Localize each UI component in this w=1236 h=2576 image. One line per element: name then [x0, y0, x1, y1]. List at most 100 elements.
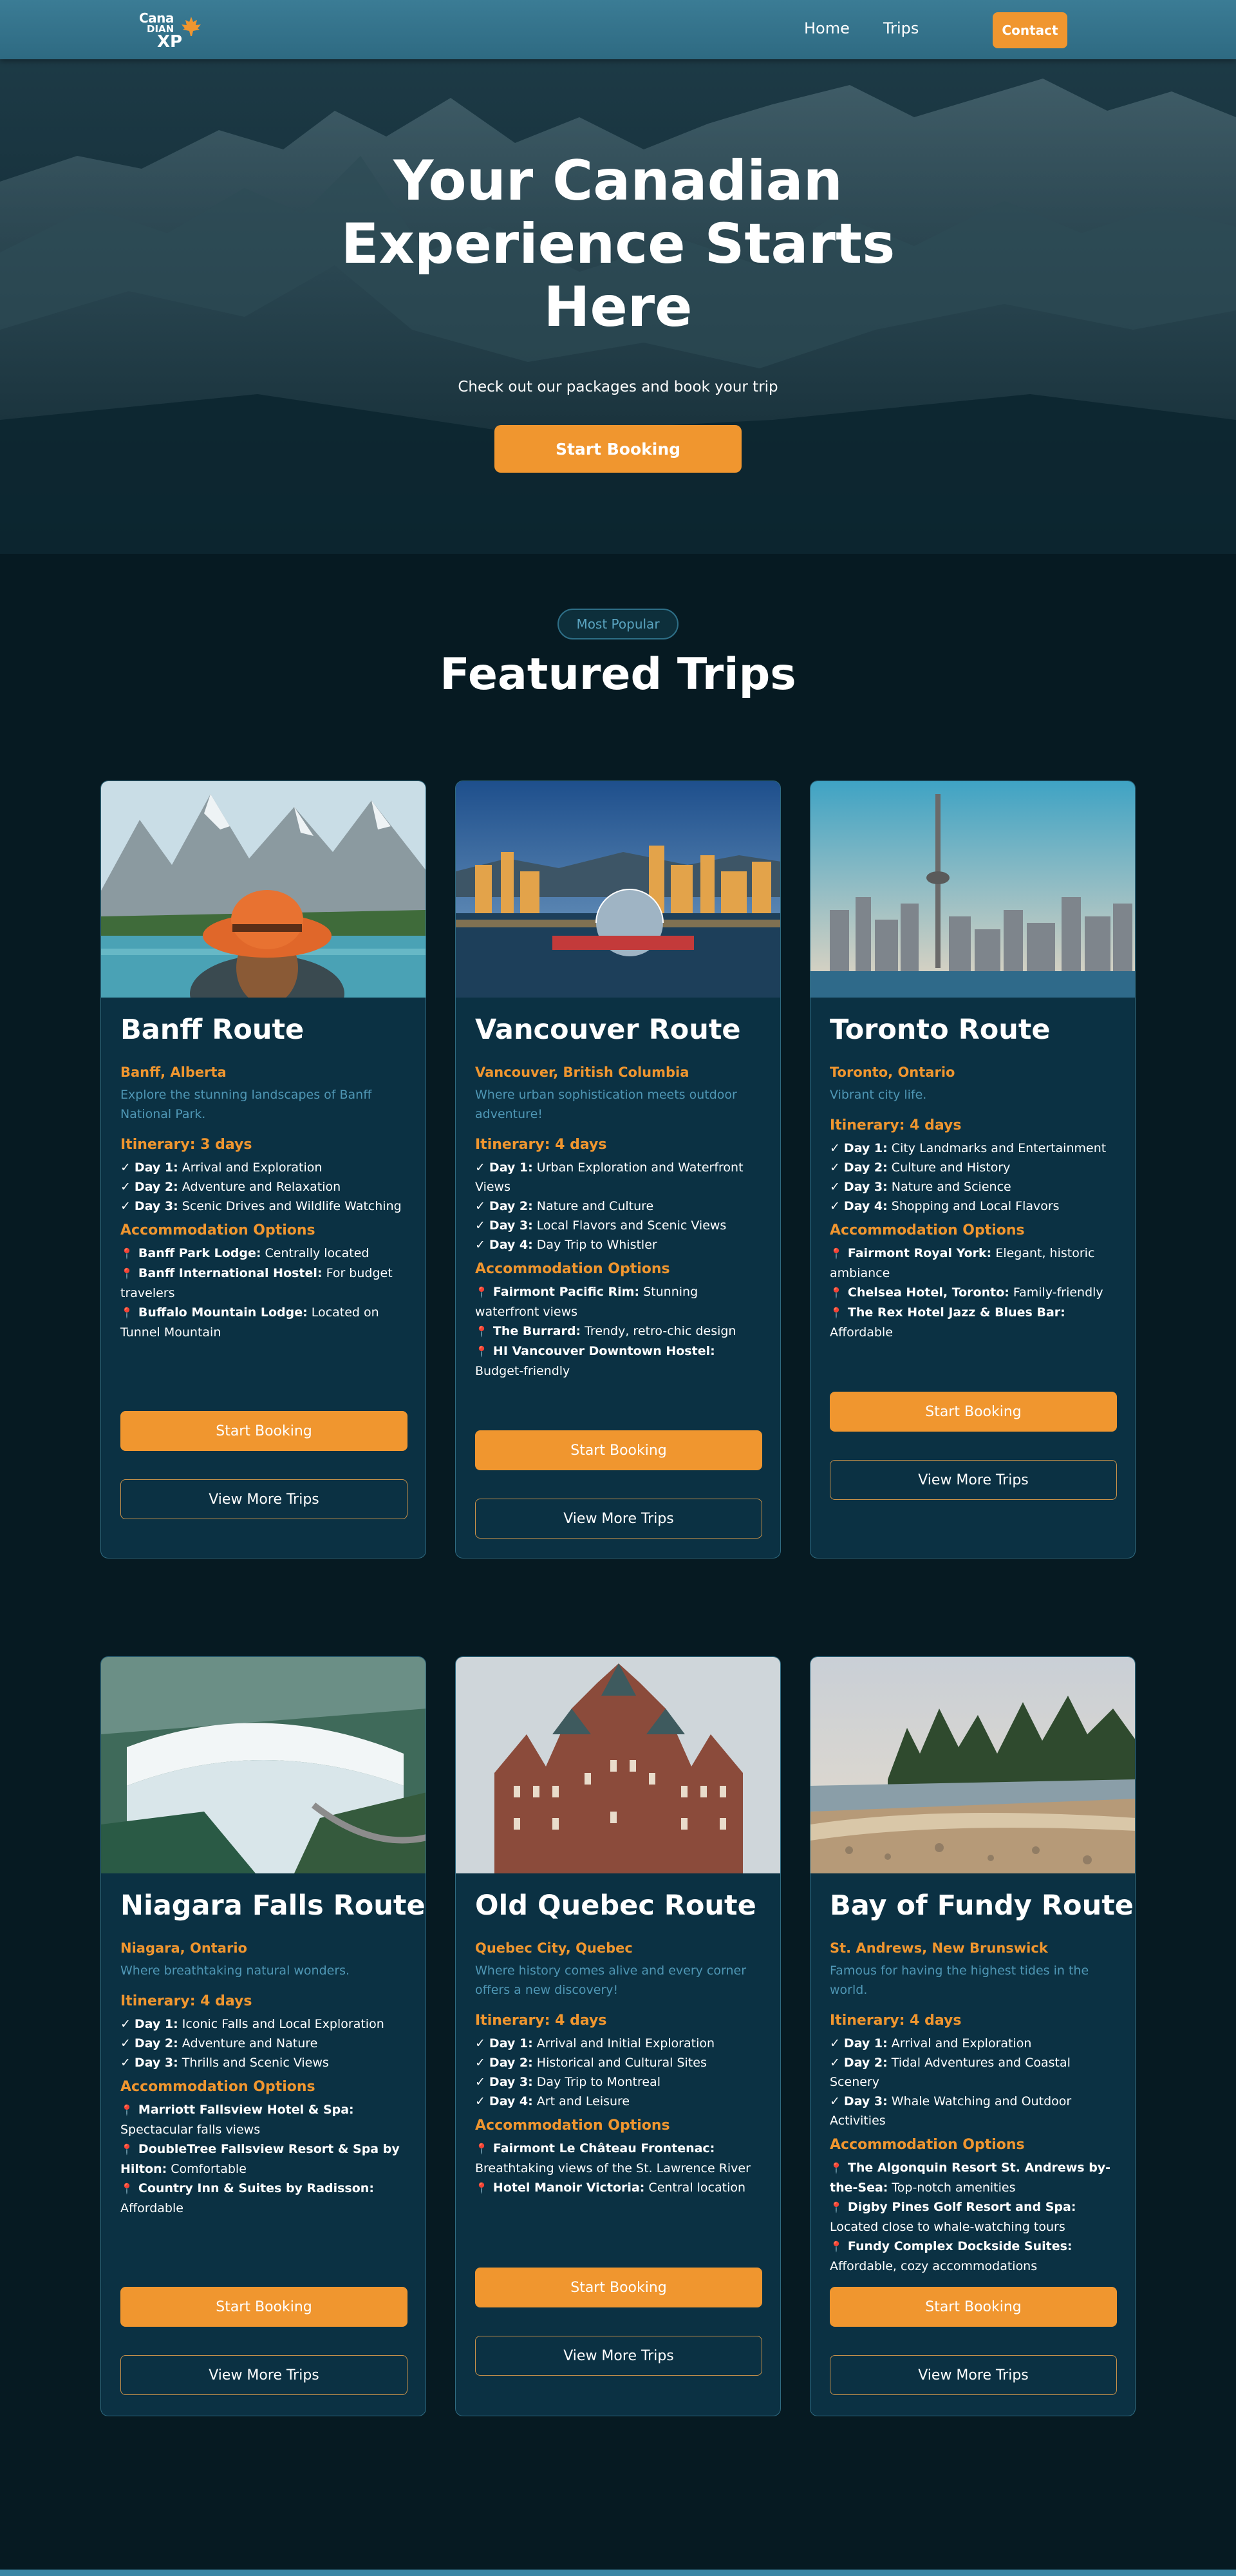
- nav-trips-link[interactable]: Trips: [883, 19, 919, 37]
- itinerary-item: ✓ Day 1: City Landmarks and Entertainment: [830, 1141, 1107, 1155]
- check-icon: ✓: [475, 1199, 485, 1213]
- itinerary-list: ✓ Day 1: Urban Exploration and Waterfront…: [475, 1158, 761, 1255]
- check-icon: ✓: [830, 2056, 840, 2070]
- accommodation-item: 📍 Hotel Manoir Victoria: Central location: [475, 2181, 746, 2195]
- trip-card-bay-of-fundy: Bay of Fundy Route St. Andrews, New Brun…: [810, 1656, 1136, 2416]
- hero-start-booking-button[interactable]: Start Booking: [494, 425, 742, 473]
- accommodation-item: 📍 The Rex Hotel Jazz & Blues Bar: Afforda…: [830, 1305, 1065, 1340]
- hero-section: Your Canadian Experience Starts Here Che…: [0, 0, 1236, 554]
- trip-location: St. Andrews, New Brunswick: [830, 1940, 1048, 1956]
- accommodation-heading: Accommodation Options: [120, 1222, 315, 1238]
- check-icon: ✓: [475, 1218, 485, 1233]
- itinerary-item: ✓ Day 2: Adventure and Nature: [120, 2036, 318, 2050]
- accommodation-heading: Accommodation Options: [830, 1222, 1025, 1238]
- view-more-trips-button[interactable]: View More Trips: [120, 2355, 407, 2395]
- trip-description: Vibrant city life.: [830, 1088, 927, 1102]
- trip-location: Banff, Alberta: [120, 1065, 227, 1080]
- check-icon: ✓: [830, 1180, 840, 1194]
- accommodation-item: 📍 Country Inn & Suites by Radisson: Affor…: [120, 2181, 374, 2215]
- check-icon: ✓: [120, 2056, 131, 2070]
- banff-trip-image: [101, 781, 426, 998]
- pushpin-icon: 📍: [830, 2240, 843, 2253]
- check-icon: ✓: [830, 2094, 840, 2108]
- trip-title: Bay of Fundy Route: [830, 1889, 1134, 1922]
- pushpin-icon: 📍: [475, 1325, 488, 1338]
- check-icon: ✓: [830, 1141, 840, 1155]
- itinerary-item: ✓ Day 2: Nature and Culture: [475, 1199, 654, 1213]
- featured-trips-title: Featured Trips: [440, 649, 796, 700]
- view-more-trips-button[interactable]: View More Trips: [120, 1479, 407, 1519]
- trip-location: Niagara, Ontario: [120, 1940, 247, 1956]
- pushpin-icon: 📍: [120, 1267, 133, 1280]
- trip-card-niagara: Niagara Falls Route Niagara, Ontario Whe…: [100, 1656, 426, 2416]
- itinerary-list: ✓ Day 1: Arrival and Exploration ✓ Day 2: …: [120, 1158, 406, 1216]
- check-icon: ✓: [120, 2017, 131, 2031]
- check-icon: ✓: [830, 2036, 840, 2050]
- itinerary-item: ✓ Day 3: Nature and Science: [830, 1180, 1011, 1194]
- accommodation-item: 📍 Fairmont Le Château Frontenac: Breathta…: [475, 2141, 751, 2175]
- pushpin-icon: 📍: [830, 1247, 843, 1260]
- pushpin-icon: 📍: [120, 2183, 133, 2195]
- pushpin-icon: 📍: [120, 2143, 133, 2155]
- accommodation-item: 📍 Banff Park Lodge: Centrally located: [120, 1246, 370, 1260]
- view-more-trips-button[interactable]: View More Trips: [830, 1460, 1117, 1500]
- pushpin-icon: 📍: [120, 1307, 133, 1319]
- check-icon: ✓: [120, 2036, 131, 2050]
- accommodation-item: 📍 Chelsea Hotel, Toronto: Family-friendly: [830, 1285, 1103, 1300]
- pushpin-icon: 📍: [475, 1345, 488, 1358]
- start-booking-button[interactable]: Start Booking: [120, 2287, 407, 2327]
- niagara-trip-image: [101, 1657, 426, 1873]
- start-booking-button[interactable]: Start Booking: [475, 2268, 762, 2307]
- itinerary-item: ✓ Day 1: Arrival and Exploration: [120, 1160, 323, 1175]
- start-booking-button[interactable]: Start Booking: [475, 1430, 762, 1470]
- accommodation-item: 📍 Fairmont Pacific Rim: Stunning waterfro…: [475, 1285, 698, 1319]
- view-more-trips-button[interactable]: View More Trips: [475, 2336, 762, 2376]
- accommodation-item: 📍 Buffalo Mountain Lodge: Located on Tunn…: [120, 1305, 379, 1340]
- trip-location: Vancouver, British Columbia: [475, 1065, 689, 1080]
- itinerary-item: ✓ Day 1: Arrival and Initial Exploration: [475, 2036, 715, 2050]
- check-icon: ✓: [475, 2036, 485, 2050]
- footer-edge: [0, 2570, 1236, 2576]
- itinerary-item: ✓ Day 3: Thrills and Scenic Views: [120, 2056, 329, 2070]
- itinerary-item: ✓ Day 4: Day Trip to Whistler: [475, 1238, 657, 1252]
- accommodation-item: 📍 Fairmont Royal York: Elegant, historic …: [830, 1246, 1095, 1280]
- trip-location: Quebec City, Quebec: [475, 1940, 633, 1956]
- check-icon: ✓: [475, 2075, 485, 2089]
- pushpin-icon: 📍: [830, 2162, 843, 2174]
- pushpin-icon: 📍: [120, 1247, 133, 1260]
- itinerary-heading: Itinerary: 4 days: [830, 1117, 962, 1133]
- trip-title: Old Quebec Route: [475, 1889, 756, 1922]
- itinerary-list: ✓ Day 1: Arrival and Initial Exploration …: [475, 2034, 761, 2111]
- view-more-trips-button[interactable]: View More Trips: [830, 2355, 1117, 2395]
- itinerary-heading: Itinerary: 4 days: [830, 2012, 962, 2029]
- trip-description: Famous for having the highest tides in t…: [830, 1964, 1089, 1997]
- accommodation-heading: Accommodation Options: [120, 2079, 315, 2095]
- accommodation-item: 📍 Fundy Complex Dockside Suites: Affordab…: [830, 2239, 1072, 2273]
- trip-description: Where history comes alive and every corn…: [475, 1964, 747, 1997]
- start-booking-button[interactable]: Start Booking: [830, 2287, 1117, 2327]
- start-booking-button[interactable]: Start Booking: [120, 1411, 407, 1451]
- contact-button[interactable]: Contact: [993, 12, 1067, 48]
- check-icon: ✓: [120, 1160, 131, 1175]
- accommodation-list: 📍 Banff Park Lodge: Centrally located 📍 Ba…: [120, 1244, 406, 1342]
- accommodation-heading: Accommodation Options: [830, 2137, 1025, 2153]
- quebec-trip-image: [456, 1657, 780, 1873]
- pushpin-icon: 📍: [830, 1287, 843, 1299]
- nav-home-link[interactable]: Home: [804, 19, 850, 37]
- view-more-trips-button[interactable]: View More Trips: [475, 1499, 762, 1539]
- accommodation-item: 📍 The Burrard: Trendy, retro-chic design: [475, 1324, 736, 1338]
- check-icon: ✓: [830, 1199, 840, 1213]
- pushpin-icon: 📍: [830, 2201, 843, 2213]
- site-logo[interactable]: Cana DIAN XP: [138, 9, 209, 50]
- itinerary-heading: Itinerary: 4 days: [475, 2012, 607, 2029]
- itinerary-item: ✓ Day 4: Shopping and Local Flavors: [830, 1199, 1060, 1213]
- itinerary-item: ✓ Day 1: Arrival and Exploration: [830, 2036, 1032, 2050]
- itinerary-item: ✓ Day 1: Urban Exploration and Waterfront…: [475, 1160, 744, 1194]
- logo-text-line1: Cana: [139, 10, 174, 26]
- trip-description: Explore the stunning landscapes of Banff…: [120, 1088, 372, 1121]
- trip-title: Vancouver Route: [475, 1014, 741, 1046]
- itinerary-item: ✓ Day 2: Tidal Adventures and Coastal Sce…: [830, 2056, 1071, 2089]
- start-booking-button[interactable]: Start Booking: [830, 1392, 1117, 1432]
- hero-title: Your Canadian Experience Starts Here: [341, 149, 895, 339]
- itinerary-item: ✓ Day 4: Art and Leisure: [475, 2094, 630, 2108]
